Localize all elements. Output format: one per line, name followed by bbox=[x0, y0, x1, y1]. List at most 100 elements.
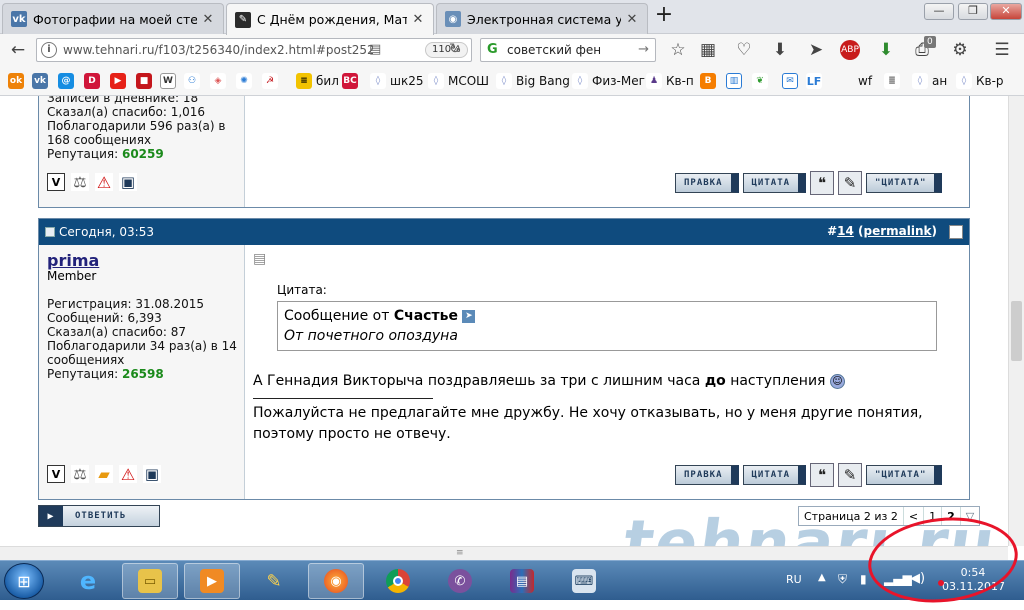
multi-quote-icon[interactable]: ❝ bbox=[810, 171, 835, 195]
search-box[interactable]: G советский фен → bbox=[480, 38, 656, 62]
taskbar-ie[interactable]: e bbox=[60, 563, 116, 599]
search-engine-icon[interactable]: G bbox=[487, 42, 498, 57]
computer-icon[interactable]: ▣ bbox=[143, 465, 161, 483]
bookmark-wiki[interactable]: W bbox=[160, 71, 180, 91]
bookmark-envelope[interactable]: ✉ bbox=[782, 71, 802, 91]
horizontal-scrollbar[interactable]: ≡ bbox=[0, 546, 1008, 560]
bookmark-fizmeg[interactable]: ◊ Физ-Мег bbox=[572, 71, 645, 91]
taskbar-media[interactable]: ▶ bbox=[184, 563, 240, 599]
search-go-icon[interactable]: → bbox=[638, 42, 649, 57]
taskbar-tool[interactable]: ✎ bbox=[246, 563, 302, 599]
download-helper-icon[interactable]: ⬇ bbox=[874, 38, 898, 62]
close-tab-icon[interactable]: ✕ bbox=[625, 12, 639, 27]
taskbar-explorer[interactable]: ▭ bbox=[122, 563, 178, 599]
quote-reply-button[interactable]: "ЦИТАТА" bbox=[866, 173, 943, 193]
tab-birthday[interactable]: ✎ С Днём рождения, Матрос ✕ bbox=[226, 3, 434, 35]
pocket-icon[interactable]: ♡ bbox=[732, 38, 756, 62]
quote-reply-button[interactable]: "ЦИТАТА" bbox=[866, 465, 943, 485]
close-tab-icon[interactable]: ✕ bbox=[411, 12, 425, 27]
address-bar[interactable]: i www.tehnari.ru/f103/t256340/index2.htm… bbox=[36, 38, 472, 62]
back-button[interactable]: ← bbox=[6, 38, 30, 62]
folder-icon: ◊ bbox=[572, 73, 588, 89]
taskbar-keyboard[interactable]: ⌨ bbox=[556, 563, 612, 599]
minimize-button[interactable]: — bbox=[924, 3, 954, 20]
bookmark-shk25[interactable]: ◊ шк25 bbox=[370, 71, 424, 91]
taskbar-firefox[interactable]: ◉ bbox=[308, 563, 364, 599]
bookmark-kvp[interactable]: ♟ Кв-п bbox=[646, 71, 694, 91]
bookmark-leaf[interactable]: ❦ bbox=[752, 71, 772, 91]
quote-button[interactable]: ЦИТАТА bbox=[742, 465, 807, 485]
permalink-link[interactable]: permalink bbox=[864, 224, 932, 238]
scales-icon[interactable]: ⚖ bbox=[71, 173, 89, 191]
start-button[interactable]: ⊞ bbox=[4, 563, 44, 599]
adblock-icon[interactable]: ABP bbox=[838, 38, 862, 62]
quick-reply-icon[interactable]: ✎ bbox=[838, 463, 863, 487]
extension-icon[interactable]: ⚙ bbox=[948, 38, 972, 62]
new-tab-button[interactable]: + bbox=[652, 4, 676, 28]
menu-icon[interactable]: ☰ bbox=[990, 38, 1014, 62]
vertical-scrollbar[interactable] bbox=[1008, 96, 1024, 546]
quote-source: Сообщение от Счастье ➤ bbox=[284, 306, 930, 326]
bookmark-table[interactable]: ▥ bbox=[726, 71, 746, 91]
power-icon[interactable]: ▮ bbox=[860, 572, 867, 586]
quick-reply-icon[interactable]: ✎ bbox=[838, 171, 863, 195]
warning-icon[interactable]: ⚠ bbox=[119, 465, 137, 484]
reload-icon[interactable]: ↻ bbox=[449, 41, 461, 57]
edit-button[interactable]: ПРАВКА bbox=[675, 173, 739, 193]
view-post-icon[interactable]: ➤ bbox=[462, 309, 476, 323]
bookmark-lf[interactable]: LF bbox=[806, 71, 826, 91]
bookmark-ussr[interactable]: ☭ bbox=[262, 71, 282, 91]
scales-icon[interactable]: ⚖ bbox=[71, 465, 89, 483]
close-window-button[interactable]: ✕ bbox=[990, 3, 1022, 20]
notifications-icon[interactable]: ⎙ 0 bbox=[910, 36, 936, 62]
bookmarks-library-icon[interactable]: ▦ bbox=[696, 38, 720, 62]
quote-button[interactable]: ЦИТАТА bbox=[742, 173, 807, 193]
language-indicator[interactable]: RU bbox=[786, 573, 802, 586]
taskbar-winrar[interactable]: ▤ bbox=[494, 563, 550, 599]
close-tab-icon[interactable]: ✕ bbox=[201, 12, 215, 27]
taskbar-viber[interactable]: ✆ bbox=[432, 563, 488, 599]
downloads-icon[interactable]: ⬇ bbox=[768, 38, 792, 62]
bookmark-youtube[interactable]: ▶ bbox=[110, 71, 130, 91]
username-link[interactable]: prima bbox=[47, 251, 99, 270]
bookmark-cube[interactable]: ◈ bbox=[210, 71, 230, 91]
bookmark-network[interactable]: ⚇ bbox=[184, 71, 204, 91]
computer-icon[interactable]: ▣ bbox=[119, 173, 137, 191]
send-tab-icon[interactable]: ➤ bbox=[804, 38, 828, 62]
select-checkbox[interactable] bbox=[949, 225, 963, 239]
bookmark-an[interactable]: ◊ ан bbox=[912, 71, 947, 91]
tab-vk-photos[interactable]: vk Фотографии на моей стене ✕ bbox=[2, 3, 224, 34]
bookmark-bil[interactable]: ≡ бил bbox=[296, 71, 339, 91]
bookmark-star-icon[interactable]: ☆ bbox=[666, 38, 690, 62]
post-number-link[interactable]: 14 bbox=[837, 224, 854, 238]
verified-icon[interactable]: V bbox=[47, 465, 65, 483]
info-icon[interactable]: i bbox=[41, 42, 57, 58]
zoom-indicator[interactable]: 110% bbox=[425, 42, 468, 58]
card-icon[interactable]: ▰ bbox=[95, 465, 113, 483]
bookmark-lightbulb[interactable]: ✺ bbox=[236, 71, 256, 91]
show-hidden-icons[interactable]: ▲ bbox=[818, 572, 826, 583]
tab-education[interactable]: ◉ Электронная система учеб ✕ bbox=[436, 3, 648, 34]
bookmark-bigbang[interactable]: ◊ Big Bang bbox=[496, 71, 570, 91]
bookmark-bc[interactable]: BC bbox=[342, 71, 362, 91]
taskbar-chrome[interactable] bbox=[370, 563, 426, 599]
bookmark-mail[interactable]: @ bbox=[58, 71, 78, 91]
bookmark-mosh[interactable]: ◊ МСОШ bbox=[428, 71, 489, 91]
scroll-thumb[interactable] bbox=[1011, 301, 1022, 361]
maximize-button[interactable]: ❐ bbox=[958, 3, 988, 20]
bookmark-wf[interactable]: wf bbox=[858, 71, 872, 91]
bookmark-red[interactable]: ■ bbox=[136, 71, 156, 91]
bookmark-lines[interactable]: ≣ bbox=[884, 71, 904, 91]
warning-icon[interactable]: ⚠ bbox=[95, 173, 113, 192]
multi-quote-icon[interactable]: ❝ bbox=[810, 463, 835, 487]
security-icon[interactable]: ⛨ bbox=[838, 572, 847, 587]
bookmark-kvr[interactable]: ◊ Кв-р bbox=[956, 71, 1004, 91]
bookmark-ok[interactable]: ok bbox=[8, 71, 28, 91]
verified-icon[interactable]: V bbox=[47, 173, 65, 191]
bookmark-d[interactable]: D bbox=[84, 71, 104, 91]
reader-view-icon[interactable]: ▤ bbox=[369, 42, 381, 57]
bookmark-blogger[interactable]: B bbox=[700, 71, 720, 91]
reply-button[interactable]: ▶ ОТВЕТИТЬ bbox=[38, 505, 160, 527]
bookmark-vk[interactable]: vk bbox=[32, 71, 52, 91]
edit-button[interactable]: ПРАВКА bbox=[675, 465, 739, 485]
